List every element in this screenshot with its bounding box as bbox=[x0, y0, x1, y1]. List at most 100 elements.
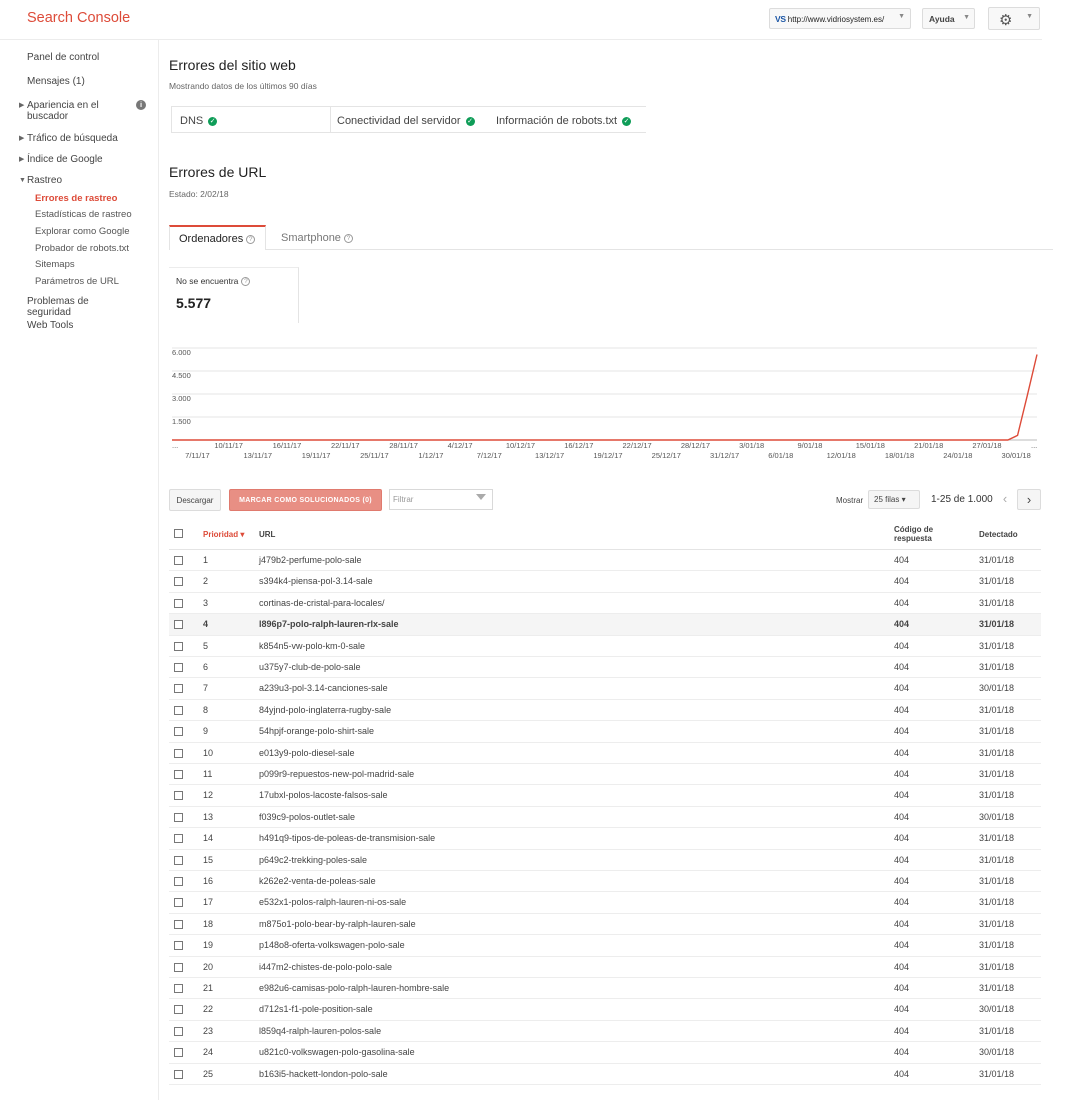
table-row[interactable]: 3 cortinas-de-cristal-para-locales/404 31/… bbox=[169, 593, 1041, 615]
help-icon[interactable]: ? bbox=[246, 235, 256, 244]
table-row[interactable]: 14 h491q9-tipos-de-poleas-de-transmision-… bbox=[169, 828, 1041, 850]
table-row[interactable]: 7 a239u3-pol-3.14-canciones-sale 404 30/01/… bbox=[169, 678, 1041, 700]
row-checkbox[interactable] bbox=[174, 684, 183, 694]
cell-url[interactable]: e982u6-camisas-polo-ralph-lauren-hombre-… bbox=[259, 983, 449, 993]
sidebar-item-messages[interactable]: Mensajes (1) bbox=[27, 76, 132, 87]
table-row[interactable]: 2 s394k4-piensa-pol-3.14-sale 404 31/01/18 bbox=[169, 571, 1041, 593]
table-row[interactable]: 11 p099r9-repuestos-new-pol-madrid-sale 40… bbox=[169, 764, 1041, 786]
cell-url[interactable]: k854n5-vw-polo-km-0-sale bbox=[259, 641, 365, 651]
status-dns[interactable]: DNS ✓ bbox=[180, 115, 218, 127]
site-errors-status[interactable]: DNS ✓ Conectividad del servidor ✓ Informac… bbox=[171, 106, 646, 133]
cell-url[interactable]: p099r9-repuestos-new-pol-madrid-sale bbox=[259, 769, 414, 779]
row-checkbox[interactable] bbox=[174, 620, 183, 630]
errors-chart[interactable]: 6.000 4.500 3.000 1.500... 10/11/17 16/11/17 2… bbox=[169, 335, 1049, 475]
mark-fixed-button[interactable]: MARCAR COMO SOLUCIONADOS (0) bbox=[229, 489, 382, 511]
table-row[interactable]: 22 d712s1-f1-pole-position-sale 404 30/01/1… bbox=[169, 999, 1041, 1021]
sidebar-item-search-appearance[interactable]: ▶ Apariencia en el buscador bbox=[19, 100, 132, 122]
tab-smartphone[interactable]: Smartphone? bbox=[281, 232, 353, 244]
cell-url[interactable]: h491q9-tipos-de-poleas-de-transmision-sa… bbox=[259, 833, 435, 843]
row-checkbox[interactable] bbox=[174, 877, 183, 886]
sidebar-item-search-traffic[interactable]: ▶ Tráfico de búsqueda bbox=[19, 133, 132, 144]
cell-url[interactable]: e013y9-polo-diesel-sale bbox=[259, 748, 355, 758]
info-icon[interactable]: i bbox=[136, 100, 146, 110]
status-robots[interactable]: Información de robots.txt ✓ bbox=[496, 115, 632, 127]
column-url[interactable]: URL bbox=[259, 530, 275, 539]
cell-url[interactable]: 54hpjf-orange-polo-shirt-sale bbox=[259, 726, 374, 736]
sidebar-item-crawl-errors[interactable]: Errores de rastreo bbox=[35, 193, 117, 204]
metric-not-found[interactable]: No se encuentra? 5.577 bbox=[169, 267, 299, 323]
chevron-right-icon[interactable]: › bbox=[1017, 489, 1041, 510]
cell-url[interactable]: d712s1-f1-pole-position-sale bbox=[259, 1004, 373, 1014]
help-button[interactable]: Ayuda ▼ bbox=[922, 8, 975, 29]
row-checkbox[interactable] bbox=[174, 941, 183, 951]
sidebar-item-google-index[interactable]: ▶ Índice de Google bbox=[19, 154, 132, 165]
row-checkbox[interactable] bbox=[174, 812, 183, 822]
download-button[interactable]: Descargar bbox=[169, 489, 221, 511]
row-checkbox[interactable] bbox=[174, 598, 183, 608]
sidebar-item-web-tools[interactable]: Web Tools bbox=[27, 320, 132, 331]
cell-url[interactable]: f039c9-polos-outlet-sale bbox=[259, 812, 355, 822]
table-row[interactable]: 20 i447m2-chistes-de-polo-polo-sale 404 31/… bbox=[169, 957, 1041, 978]
table-row[interactable]: 10 e013y9-polo-diesel-sale 404 31/01/18 bbox=[169, 743, 1041, 764]
row-checkbox[interactable] bbox=[174, 834, 183, 844]
filter-input[interactable]: Filtrar bbox=[389, 489, 493, 510]
row-checkbox[interactable] bbox=[174, 663, 183, 672]
cell-url[interactable]: p649c2-trekking-poles-sale bbox=[259, 855, 367, 865]
row-checkbox[interactable] bbox=[174, 641, 183, 651]
table-row[interactable]: 6 u375y7-club-de-polo-sale 404 31/01/18 bbox=[169, 657, 1041, 679]
cell-url[interactable]: i447m2-chistes-de-polo-polo-sale bbox=[259, 962, 392, 972]
table-row[interactable]: 16 k262e2-venta-de-poleas-sale 404 31/01/18 bbox=[169, 871, 1041, 893]
row-checkbox[interactable] bbox=[174, 962, 183, 972]
help-icon[interactable]: ? bbox=[241, 277, 251, 286]
table-row[interactable]: 13 f039c9-polos-outlet-sale 404 30/01/18 bbox=[169, 807, 1041, 829]
sidebar-item-url-parameters[interactable]: Parámetros de URL bbox=[35, 276, 119, 287]
cell-url[interactable]: 84yjnd-polo-inglaterra-rugby-sale bbox=[259, 705, 391, 715]
sidebar-item-crawl[interactable]: ▼ Rastreo bbox=[19, 175, 132, 186]
settings-button[interactable]: ⚙ ▼ bbox=[988, 7, 1040, 30]
row-checkbox[interactable] bbox=[174, 855, 183, 865]
help-icon[interactable]: ? bbox=[343, 234, 353, 243]
table-row[interactable]: 23 l859q4-ralph-lauren-polos-sale 404 31/01… bbox=[169, 1021, 1041, 1043]
cell-url[interactable]: u375y7-club-de-polo-sale bbox=[259, 662, 361, 672]
cell-url[interactable]: b163i5-hackett-london-polo-sale bbox=[259, 1069, 388, 1079]
cell-url[interactable]: j479b2-perfume-polo-sale bbox=[259, 555, 362, 565]
row-checkbox[interactable] bbox=[174, 556, 183, 565]
sidebar-item-crawl-stats[interactable]: Estadísticas de rastreo bbox=[35, 209, 132, 220]
row-checkbox[interactable] bbox=[174, 748, 183, 758]
cell-url[interactable]: s394k4-piensa-pol-3.14-sale bbox=[259, 576, 373, 586]
cell-url[interactable]: l859q4-ralph-lauren-polos-sale bbox=[259, 1026, 381, 1036]
row-checkbox[interactable] bbox=[174, 727, 183, 737]
sidebar-item-robots-tester[interactable]: Probador de robots.txt bbox=[35, 243, 129, 254]
table-row[interactable]: 19 p148o8-oferta-volkswagen-polo-sale 404 3… bbox=[169, 935, 1041, 957]
rows-per-page-select[interactable]: 25 filas ▾ bbox=[868, 490, 920, 509]
site-selector[interactable]: VS http://www.vidriosystem.es/ ▼ bbox=[769, 8, 911, 29]
cell-url[interactable]: p148o8-oferta-volkswagen-polo-sale bbox=[259, 940, 405, 950]
row-checkbox[interactable] bbox=[174, 1026, 183, 1036]
cell-url[interactable]: 17ubxl-polos-lacoste-falsos-sale bbox=[259, 790, 388, 800]
cell-url[interactable]: m875o1-polo-bear-by-ralph-lauren-sale bbox=[259, 919, 416, 929]
select-all-checkbox[interactable] bbox=[174, 529, 183, 538]
column-detected[interactable]: Detectado bbox=[979, 530, 1018, 539]
table-row[interactable]: 17 e532x1-polos-ralph-lauren-ni-os-sale 40… bbox=[169, 892, 1041, 914]
sidebar-item-security-issues[interactable]: Problemas de seguridad bbox=[27, 296, 132, 318]
sidebar-item-fetch-as-google[interactable]: Explorar como Google bbox=[35, 226, 130, 237]
table-row[interactable]: 5 k854n5-vw-polo-km-0-sale 404 31/01/18 bbox=[169, 636, 1041, 657]
row-checkbox[interactable] bbox=[174, 984, 183, 993]
cell-url[interactable]: cortinas-de-cristal-para-locales/ bbox=[259, 598, 385, 608]
cell-url[interactable]: u821c0-volkswagen-polo-gasolina-sale bbox=[259, 1047, 415, 1057]
app-title[interactable]: Search Console bbox=[27, 10, 130, 26]
row-checkbox[interactable] bbox=[174, 705, 183, 715]
cell-url[interactable]: a239u3-pol-3.14-canciones-sale bbox=[259, 683, 388, 693]
cell-url[interactable]: k262e2-venta-de-poleas-sale bbox=[259, 876, 376, 886]
sidebar-item-sitemaps[interactable]: Sitemaps bbox=[35, 259, 75, 270]
column-response-code[interactable]: Código de respuesta bbox=[894, 525, 954, 543]
table-row[interactable]: 1 j479b2-perfume-polo-sale 404 31/01/18 bbox=[169, 550, 1041, 572]
row-checkbox[interactable] bbox=[174, 1005, 183, 1015]
row-checkbox[interactable] bbox=[174, 577, 183, 587]
row-checkbox[interactable] bbox=[174, 919, 183, 929]
status-connectivity[interactable]: Conectividad del servidor ✓ bbox=[337, 115, 475, 127]
table-row[interactable]: 25 b163i5-hackett-london-polo-sale 404 31/0… bbox=[169, 1064, 1041, 1085]
table-row[interactable]: 18 m875o1-polo-bear-by-ralph-lauren-sale 4… bbox=[169, 914, 1041, 936]
table-row[interactable]: 15 p649c2-trekking-poles-sale 404 31/01/18 bbox=[169, 850, 1041, 871]
row-checkbox[interactable] bbox=[174, 791, 183, 801]
